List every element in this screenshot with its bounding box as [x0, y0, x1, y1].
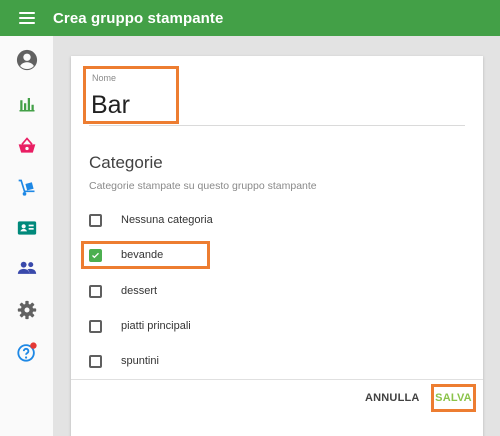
bar-chart-icon[interactable]	[15, 92, 39, 116]
shopping-basket-icon[interactable]	[15, 134, 39, 158]
category-checkbox[interactable]	[89, 213, 102, 227]
name-field-value[interactable]: Bar	[91, 91, 130, 120]
category-checkbox[interactable]	[89, 284, 102, 298]
category-label: spuntini	[121, 355, 159, 367]
hand-truck-icon[interactable]	[15, 176, 39, 200]
category-row-dessert[interactable]: dessert	[89, 281, 157, 301]
gear-icon[interactable]	[15, 298, 39, 322]
people-icon[interactable]	[15, 256, 39, 280]
save-button[interactable]: SALVA	[435, 392, 472, 404]
category-label: piatti principali	[121, 320, 191, 332]
category-checkbox[interactable]	[89, 319, 102, 333]
category-label: Nessuna categoria	[121, 214, 213, 226]
app-bar: Crea gruppo stampante	[0, 0, 500, 36]
category-checkbox[interactable]	[89, 354, 102, 368]
printer-group-form-card: Nome Bar Categorie Categorie stampate su…	[71, 56, 483, 436]
name-field-underline	[89, 125, 465, 126]
app-title: Crea gruppo stampante	[53, 9, 224, 27]
category-row-bevande[interactable]: bevande	[89, 245, 163, 265]
categories-title: Categorie	[89, 153, 163, 172]
sidebar	[0, 36, 54, 436]
main-content: Nome Bar Categorie Categorie stampate su…	[54, 36, 500, 436]
name-field-label: Nome	[92, 73, 117, 83]
category-label: bevande	[121, 249, 164, 261]
category-row-piatti-principali[interactable]: piatti principali	[89, 316, 191, 336]
save-button-highlight: SALVA	[431, 384, 476, 412]
category-label: dessert	[121, 285, 158, 297]
category-row-nessuna-categoria[interactable]: Nessuna categoria	[89, 210, 213, 230]
menu-icon[interactable]	[19, 12, 35, 24]
name-field[interactable]: Nome Bar	[83, 66, 179, 124]
contact-card-icon[interactable]	[15, 216, 39, 240]
help-icon[interactable]	[15, 340, 39, 364]
categories-subtitle: Categorie stampate su questo gruppo stam…	[89, 180, 317, 192]
category-checkbox-checked[interactable]	[89, 248, 102, 262]
cancel-button[interactable]: ANNULLA	[365, 392, 420, 404]
category-row-spuntini[interactable]: spuntini	[89, 351, 159, 371]
actions-divider	[71, 379, 483, 380]
check-icon	[92, 252, 99, 258]
account-circle-icon[interactable]	[15, 48, 39, 72]
